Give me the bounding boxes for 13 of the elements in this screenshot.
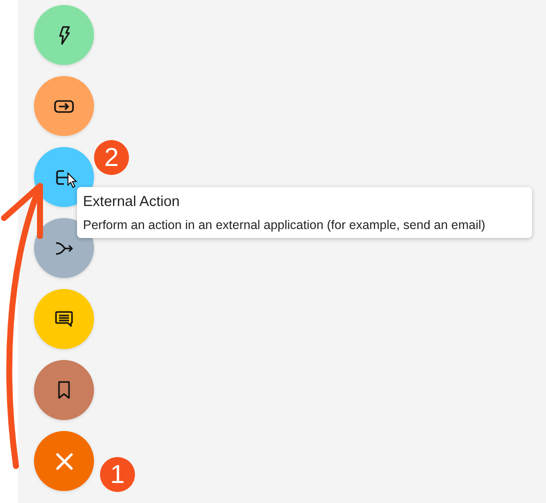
branch-icon [55,242,73,254]
action-button[interactable] [34,289,94,349]
lightning-icon [58,26,70,44]
tooltip-description: Perform an action in an external application (for example, send an email) [83,218,486,232]
message-icon [55,311,73,327]
arrow-in-box-icon [54,100,74,112]
bookmark-icon [58,381,70,399]
close-icon [56,452,72,470]
action-button[interactable] [34,76,94,136]
cursor-icon [67,172,78,189]
close-button[interactable] [34,431,94,491]
tooltip-title: External Action [83,194,181,210]
action-button[interactable] [34,360,94,420]
